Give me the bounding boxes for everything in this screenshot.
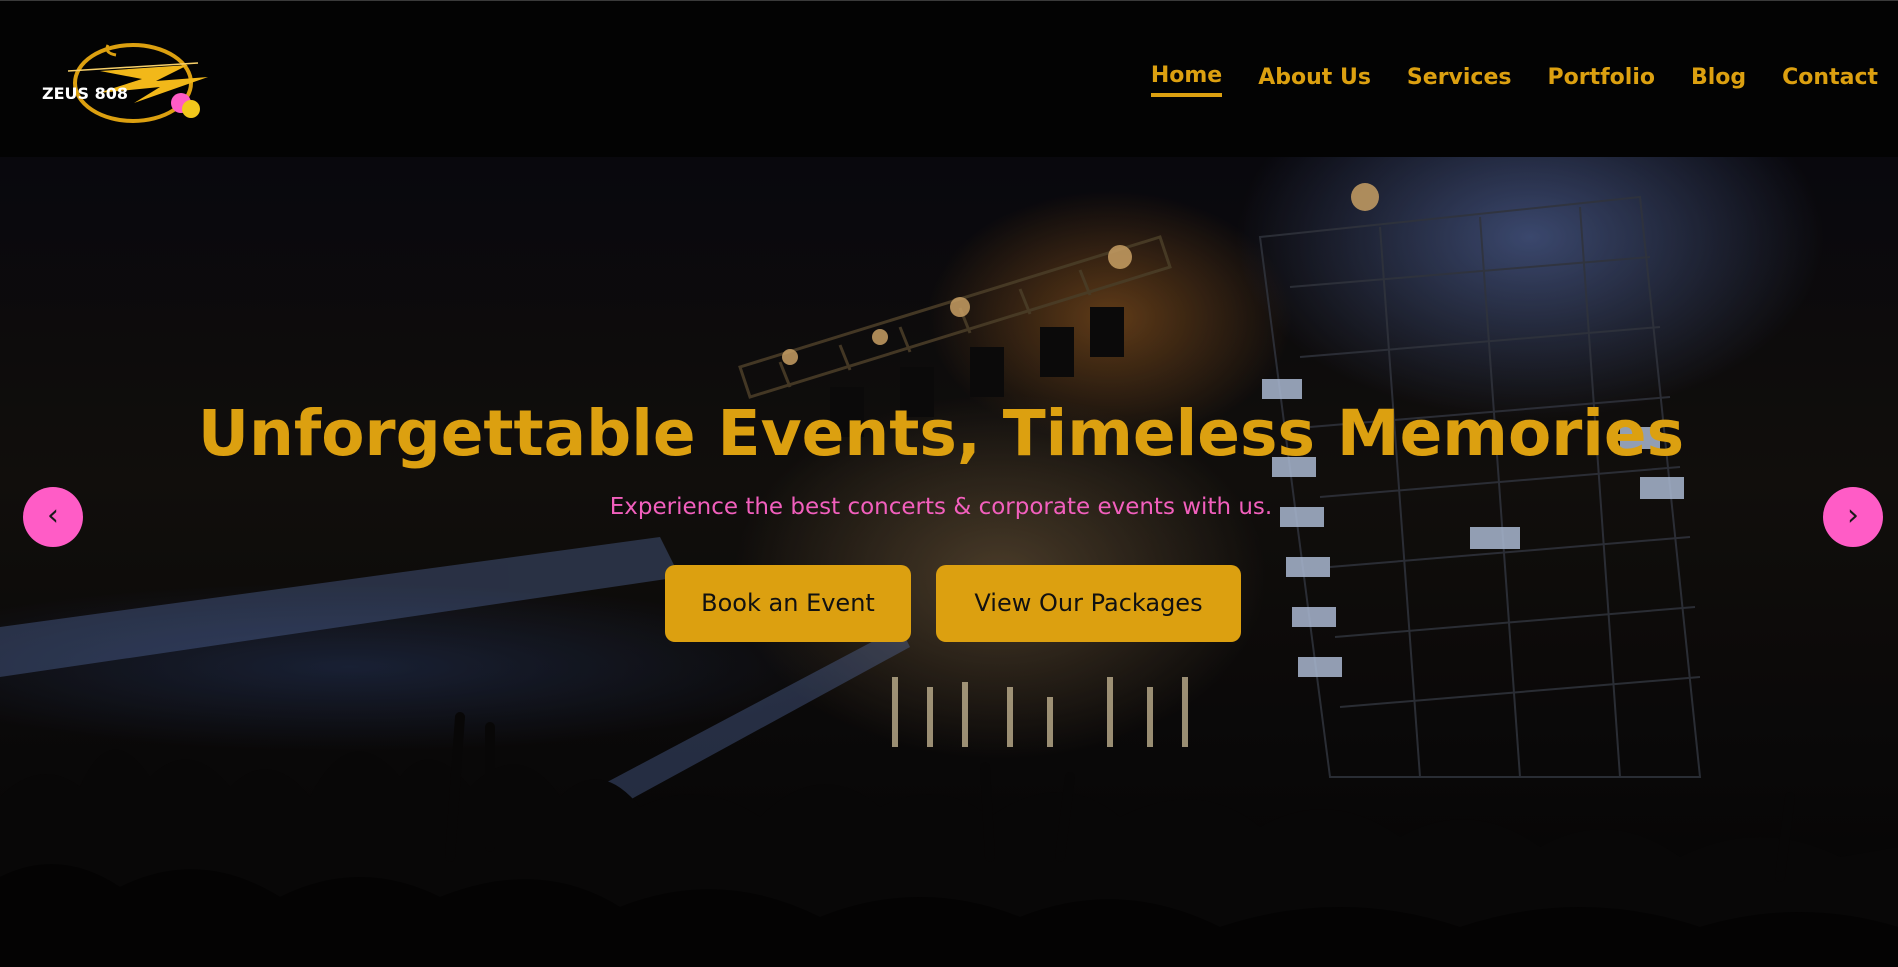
nav-services[interactable]: Services [1407,65,1512,97]
site-header: ZEUS 808 Home About Us Services Portfoli… [0,0,1898,157]
nav-contact[interactable]: Contact [1782,65,1878,97]
hero-title: Unforgettable Events, Timeless Memories [197,397,1685,470]
hero-overlay [0,157,1898,967]
view-packages-button[interactable]: View Our Packages [936,565,1241,642]
slider-next-button[interactable]: › [1823,487,1883,547]
lightning-bolt-ring-icon: ZEUS 808 [42,43,208,123]
svg-text:ZEUS 808: ZEUS 808 [42,84,128,103]
nav-portfolio[interactable]: Portfolio [1547,65,1655,97]
main-nav: Home About Us Services Portfolio Blog Co… [1115,63,1878,97]
chevron-right-icon: › [1847,498,1859,533]
chevron-left-icon: ‹ [47,498,59,533]
hero-cta-group: Book an Event View Our Packages [665,565,1266,642]
page: ZEUS 808 Home About Us Services Portfoli… [0,0,1898,967]
hero-slider: Unforgettable Events, Timeless Memories … [0,157,1898,967]
logo[interactable]: ZEUS 808 [38,37,228,127]
nav-home[interactable]: Home [1150,63,1223,97]
nav-about-us[interactable]: About Us [1258,65,1371,97]
slider-prev-button[interactable]: ‹ [23,487,83,547]
book-event-button[interactable]: Book an Event [665,565,911,642]
nav-blog[interactable]: Blog [1691,65,1746,97]
hero-subtitle: Experience the best concerts & corporate… [609,494,1273,520]
